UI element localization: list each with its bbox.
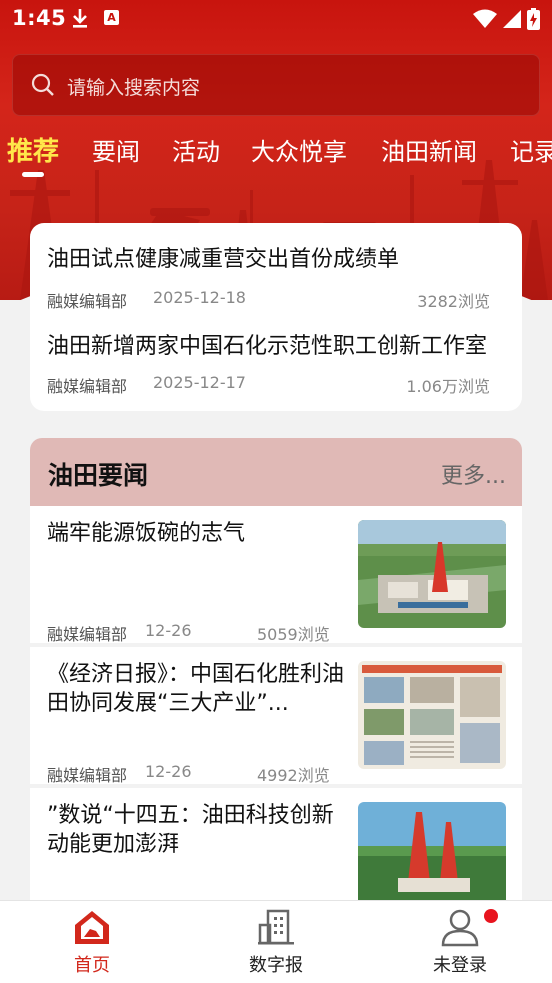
nav-profile-label: 未登录: [433, 955, 487, 976]
more-link[interactable]: 更多...: [441, 458, 506, 490]
tab-headlines[interactable]: 要闻: [92, 132, 140, 167]
status-bar: 1:45 A: [0, 0, 552, 38]
download-icon: [73, 9, 87, 28]
tab-oilfield-news[interactable]: 油田新闻: [381, 132, 477, 167]
news-thumbnail: [358, 802, 506, 900]
building-icon: [258, 909, 294, 945]
nav-digital-paper[interactable]: 数字报: [184, 901, 368, 983]
news-date: 12-26: [145, 621, 192, 640]
news-source: 融媒编辑部: [47, 766, 128, 785]
user-icon: [441, 909, 479, 947]
signal-icon: [503, 10, 521, 28]
category-tabs: 推荐 要闻 活动 大众悦享 油田新闻 记录: [0, 132, 552, 182]
news-source: 融媒编辑部: [47, 292, 128, 311]
news-title: ”数说“十四五：油田科技创新动能更加澎湃: [47, 803, 334, 857]
news-title: 油田新增两家中国石化示范性职工创新工作室: [47, 334, 488, 359]
news-views: 4992浏览: [257, 766, 330, 785]
search-icon: [31, 73, 54, 96]
home-icon: [75, 911, 109, 944]
news-thumbnail: [358, 520, 506, 628]
notification-dot: [484, 909, 498, 923]
section-title: 油田要闻: [48, 461, 149, 490]
news-thumbnail: [358, 661, 506, 769]
tab-activities[interactable]: 活动: [172, 132, 220, 167]
status-time: 1:45: [12, 6, 67, 30]
tab-records[interactable]: 记录: [510, 132, 552, 167]
news-views: 1.06万浏览: [406, 377, 490, 396]
news-date: 2025-12-18: [153, 288, 246, 307]
news-views: 5059浏览: [257, 625, 330, 644]
news-date: 12-26: [145, 762, 192, 781]
nav-digital-paper-label: 数字报: [249, 955, 303, 976]
nav-home-label: 首页: [74, 955, 110, 976]
top-news-card: 油田试点健康减重营交出首份成绩单 融媒编辑部 2025-12-18 3282浏览…: [30, 223, 522, 411]
app-screen: 1:45 A 请输入搜索内容 推荐 要闻 活动 大众悦享 油田新闻 记录 油田试…: [0, 0, 552, 983]
app-notification-icon: A: [104, 10, 119, 25]
list-item[interactable]: 端牢能源饭碗的志气 融媒编辑部 12-26 5059浏览: [30, 506, 522, 644]
list-item[interactable]: ”数说“十四五：油田科技创新动能更加澎湃: [30, 788, 522, 900]
news-title: 油田试点健康减重营交出首份成绩单: [47, 247, 400, 272]
wifi-icon: [473, 9, 497, 28]
news-title: 《经济日报》：中国石化胜利油田协同发展“三大产业”...: [47, 662, 345, 716]
active-tab-indicator: [22, 172, 44, 177]
news-title: 端牢能源饭碗的志气: [47, 521, 246, 546]
section-header: 油田要闻 更多...: [30, 438, 522, 506]
battery-icon: [527, 8, 540, 30]
tab-recommend[interactable]: 推荐: [7, 131, 59, 168]
tab-public-enjoy[interactable]: 大众悦享: [251, 132, 347, 167]
bottom-nav: 首页 数字报 未登录: [0, 900, 552, 983]
nav-profile[interactable]: 未登录: [368, 901, 552, 983]
search-placeholder: 请输入搜索内容: [67, 77, 201, 99]
status-indicators: [473, 8, 540, 30]
list-item[interactable]: 《经济日报》：中国石化胜利油田协同发展“三大产业”... 融媒编辑部 12-26…: [30, 647, 522, 785]
search-bar[interactable]: 请输入搜索内容: [12, 54, 540, 116]
news-views: 3282浏览: [417, 292, 490, 311]
news-source: 融媒编辑部: [47, 625, 128, 644]
news-source: 融媒编辑部: [47, 377, 128, 396]
news-date: 2025-12-17: [153, 373, 246, 392]
nav-home[interactable]: 首页: [0, 901, 184, 983]
